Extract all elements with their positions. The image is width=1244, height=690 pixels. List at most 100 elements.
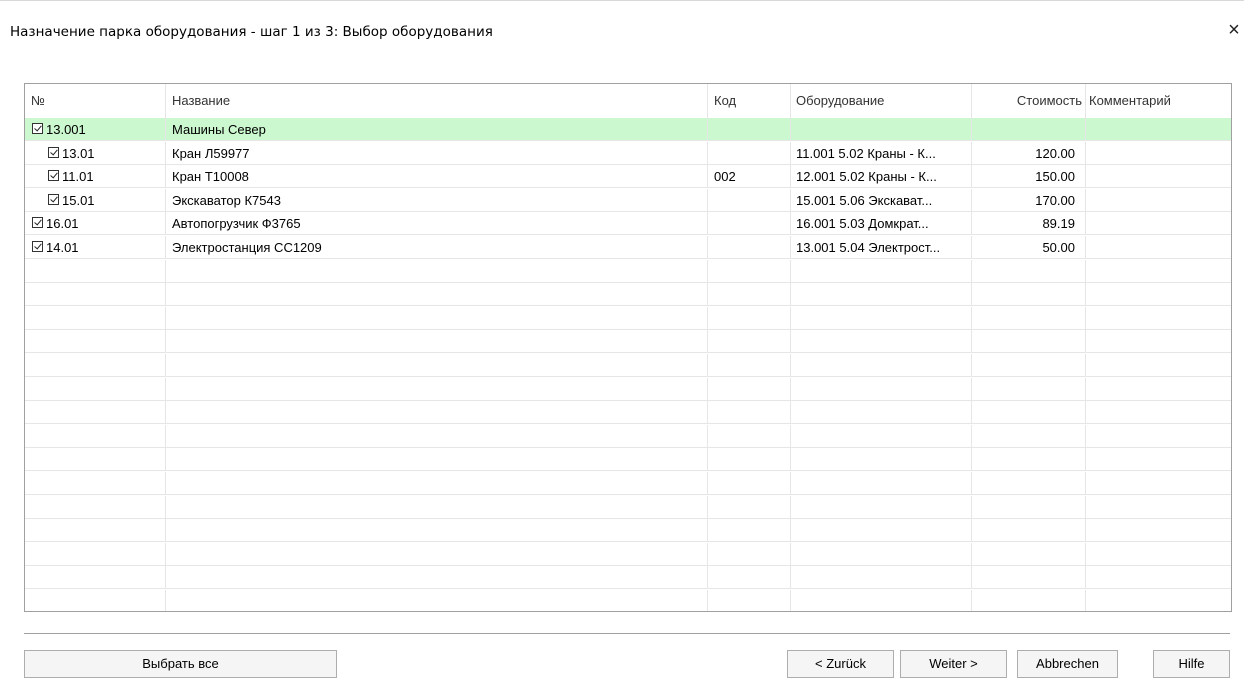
row-checkbox[interactable] (48, 170, 59, 182)
empty-cell (791, 424, 972, 447)
empty-cell (1086, 590, 1231, 611)
empty-cell (972, 401, 1086, 424)
empty-row (25, 566, 1231, 590)
empty-cell (1086, 472, 1231, 494)
empty-cell (791, 495, 972, 518)
empty-cell (708, 472, 791, 494)
comment-cell (1086, 142, 1231, 164)
empty-cell (972, 566, 1086, 589)
close-icon[interactable]: × (1222, 18, 1244, 42)
empty-cell (972, 590, 1086, 611)
empty-cell (25, 283, 166, 306)
empty-row (25, 259, 1231, 283)
empty-cell (166, 472, 708, 494)
cost-cell: 89.19 (972, 212, 1086, 235)
row-checkbox[interactable] (32, 241, 43, 252)
empty-cell (791, 472, 972, 494)
select-all-button[interactable]: Выбрать все (24, 650, 337, 678)
empty-cell (791, 283, 972, 306)
name-cell: Кран Л59977 (166, 141, 708, 164)
equipment-grid[interactable]: № Название Код Оборудование Стоимость Ко… (24, 83, 1232, 612)
empty-cell (166, 306, 708, 329)
table-row[interactable]: 16.01 Автопогрузчик Ф3765 16.001 5.03 Домк… (25, 212, 1231, 236)
empty-cell (791, 259, 972, 282)
empty-cell (25, 448, 166, 471)
empty-cell (791, 354, 972, 376)
equipment-cell: 16.001 5.03 Домкрат... (791, 212, 972, 235)
row-number: 13.01 (62, 145, 95, 161)
empty-cell (708, 401, 791, 424)
table-row[interactable]: 14.01 Электростанция СС1209 13.001 5.04 Эл… (25, 236, 1231, 259)
empty-cell (25, 424, 166, 447)
back-button[interactable]: < Zurück (787, 650, 894, 678)
table-row[interactable]: 11.01 Кран Т10008 002 12.001 5.02 Краны - К… (25, 165, 1231, 189)
empty-row (25, 306, 1231, 330)
row-checkbox[interactable] (32, 123, 43, 134)
table-row[interactable]: 15.01 Экскаватор К7543 15.001 5.06 Экскава… (25, 188, 1231, 212)
code-cell (708, 236, 791, 258)
code-cell (708, 141, 791, 164)
number-cell: 13.001 (25, 118, 166, 140)
empty-cell (25, 354, 166, 376)
empty-cell (708, 590, 791, 611)
empty-cell (972, 306, 1086, 329)
row-number: 13.001 (46, 122, 86, 137)
empty-cell (791, 448, 972, 471)
empty-cell (708, 306, 791, 329)
code-cell (708, 212, 791, 235)
empty-cell (791, 330, 972, 353)
number-cell: 16.01 (25, 212, 166, 235)
empty-row (25, 354, 1231, 377)
empty-cell (972, 519, 1086, 542)
comment-cell (1086, 236, 1231, 258)
name-cell: Экскаватор К7543 (166, 188, 708, 211)
name-cell: Автопогрузчик Ф3765 (166, 212, 708, 235)
empty-cell (708, 542, 791, 565)
window-top-edge (0, 0, 1244, 1)
cancel-button[interactable]: Abbrechen (1017, 650, 1118, 678)
row-checkbox[interactable] (48, 193, 59, 205)
empty-cell (25, 472, 166, 494)
empty-cell (972, 448, 1086, 471)
name-cell: Машины Север (166, 118, 708, 140)
empty-cell (791, 542, 972, 565)
column-header-equipment[interactable]: Оборудование (791, 84, 972, 118)
column-header-number[interactable]: № (25, 84, 166, 118)
dialog-title: Назначение парка оборудования - шаг 1 из… (10, 24, 493, 40)
code-cell (708, 118, 791, 140)
empty-cell (25, 566, 166, 589)
empty-cell (1086, 425, 1231, 447)
empty-row (25, 472, 1231, 495)
help-button[interactable]: Hilfe (1153, 650, 1230, 678)
empty-cell (25, 377, 166, 400)
empty-cell (166, 377, 708, 400)
comment-cell (1086, 165, 1231, 187)
empty-cell (708, 330, 791, 353)
equipment-cell: 15.001 5.06 Экскават... (791, 188, 972, 211)
empty-cell (25, 495, 166, 518)
empty-cell (791, 519, 972, 542)
empty-cell (972, 472, 1086, 494)
empty-row (25, 283, 1231, 307)
row-checkbox[interactable] (32, 217, 43, 229)
table-row[interactable]: 13.001 Машины Север (25, 118, 1231, 141)
row-number: 14.01 (46, 240, 79, 255)
column-header-name[interactable]: Название (166, 84, 708, 118)
empty-cell (166, 401, 708, 424)
empty-cell (25, 401, 166, 424)
next-button[interactable]: Weiter > (900, 650, 1007, 678)
column-header-code[interactable]: Код (708, 84, 791, 118)
empty-cell (166, 424, 708, 447)
table-row[interactable]: 13.01 Кран Л59977 11.001 5.02 Краны - К...… (25, 141, 1231, 165)
row-checkbox[interactable] (48, 146, 59, 158)
empty-cell (166, 566, 708, 589)
empty-cell (1086, 378, 1231, 400)
footer-separator (24, 633, 1230, 634)
empty-cell (791, 590, 972, 611)
empty-cell (972, 495, 1086, 518)
empty-cell (1086, 283, 1231, 305)
row-number: 15.01 (62, 192, 95, 208)
column-header-comment[interactable]: Комментарий (1086, 84, 1231, 118)
column-header-cost[interactable]: Стоимость (972, 84, 1086, 118)
empty-cell (1086, 307, 1231, 329)
